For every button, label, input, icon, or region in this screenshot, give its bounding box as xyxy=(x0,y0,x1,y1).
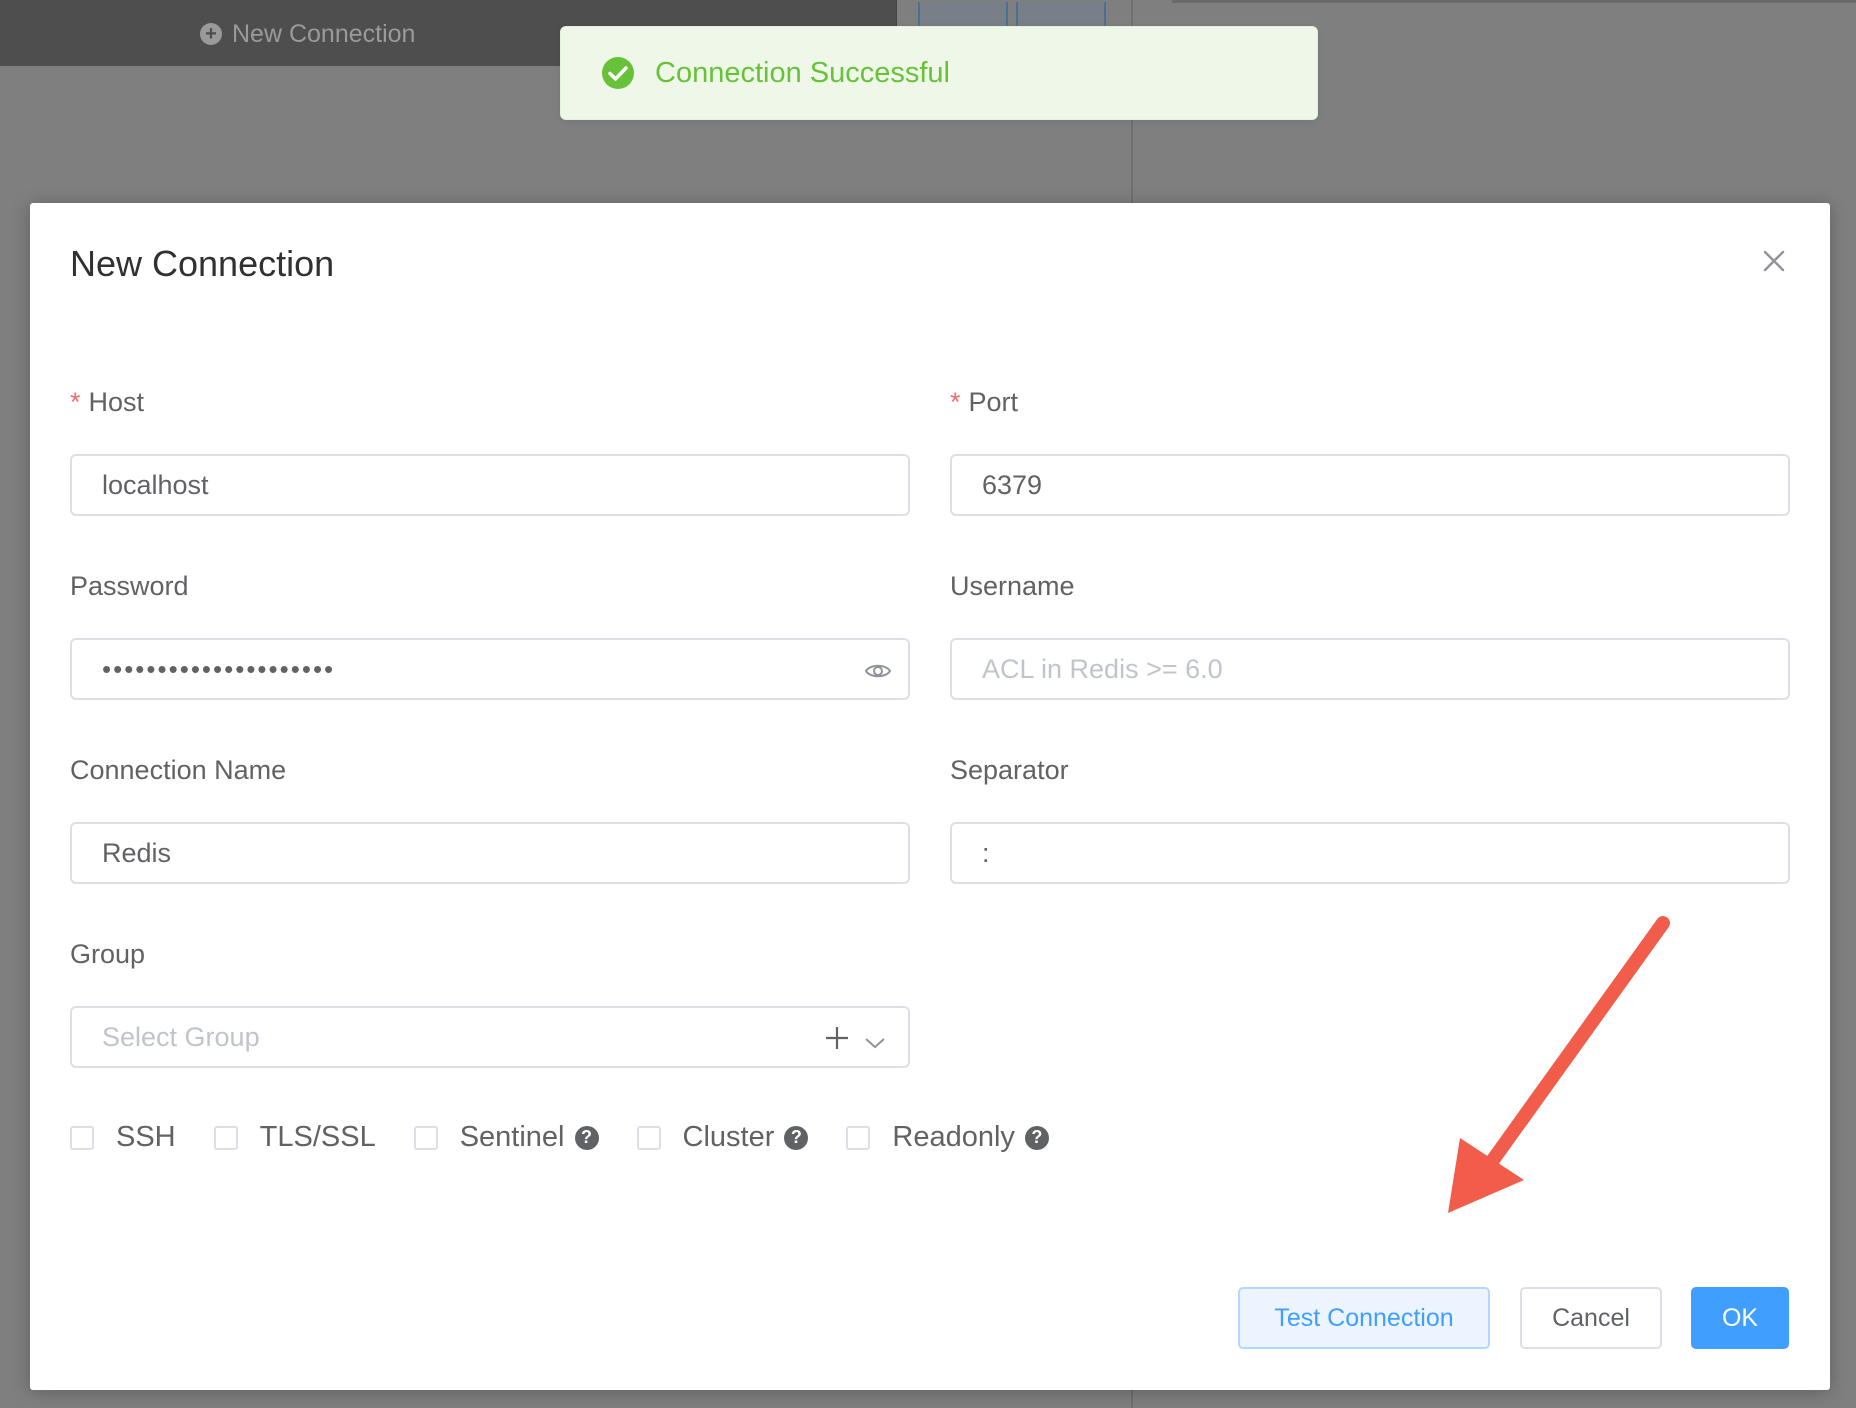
option-sentinel[interactable]: Sentinel ? xyxy=(413,1121,599,1154)
chevron-down-icon[interactable] xyxy=(864,1026,886,1057)
group-label: Group xyxy=(70,939,146,969)
separator-value: : xyxy=(982,837,990,868)
separator-input[interactable]: : xyxy=(950,822,1790,884)
test-connection-button[interactable]: Test Connection xyxy=(1238,1287,1490,1349)
cancel-button[interactable]: Cancel xyxy=(1520,1287,1662,1349)
password-input[interactable]: ••••••••••••••••••••• xyxy=(70,638,910,700)
question-circle-icon[interactable]: ? xyxy=(784,1125,809,1150)
plus-circle-icon: + xyxy=(200,23,222,45)
success-toast: Connection Successful xyxy=(560,26,1318,120)
option-label: Sentinel xyxy=(459,1121,565,1153)
username-label: Username xyxy=(950,571,1075,601)
toast-message: Connection Successful xyxy=(655,56,950,89)
option-label: Cluster xyxy=(682,1121,775,1153)
top-border xyxy=(1172,0,1856,3)
ok-button[interactable]: OK xyxy=(1691,1287,1789,1349)
new-connection-button[interactable]: + New Connection xyxy=(200,18,415,50)
connection-name-label: Connection Name xyxy=(70,755,287,785)
readonly-checkbox[interactable] xyxy=(846,1125,871,1150)
ssh-checkbox[interactable] xyxy=(70,1125,94,1150)
option-label: TLS/SSL xyxy=(259,1121,376,1153)
question-circle-icon[interactable]: ? xyxy=(574,1125,599,1150)
port-value: 6379 xyxy=(982,469,1043,500)
option-readonly[interactable]: Readonly ? xyxy=(846,1121,1049,1154)
connection-name-input[interactable]: Redis xyxy=(70,822,910,884)
password-label: Password xyxy=(70,571,189,601)
username-placeholder: ACL in Redis >= 6.0 xyxy=(982,653,1223,684)
connection-name-value: Redis xyxy=(102,837,172,868)
eye-icon[interactable] xyxy=(864,658,892,680)
group-placeholder: Select Group xyxy=(102,1021,260,1052)
port-input[interactable]: 6379 xyxy=(950,454,1790,516)
check-circle-icon xyxy=(601,56,635,90)
option-cluster[interactable]: Cluster ? xyxy=(636,1121,809,1154)
required-mark: * xyxy=(950,387,961,417)
tls-ssl-checkbox[interactable] xyxy=(213,1125,238,1150)
annotation-arrow-icon xyxy=(1448,916,1670,1213)
required-mark: * xyxy=(70,387,81,417)
cluster-checkbox[interactable] xyxy=(636,1125,661,1150)
separator-label: Separator xyxy=(950,755,1069,785)
username-input[interactable]: ACL in Redis >= 6.0 xyxy=(950,638,1790,700)
group-select[interactable]: Select Group xyxy=(70,1006,910,1068)
host-label: * Host xyxy=(70,387,145,417)
password-value: ••••••••••••••••••••• xyxy=(102,653,336,684)
new-connection-label: New Connection xyxy=(232,19,416,48)
option-label: SSH xyxy=(116,1121,176,1153)
host-input[interactable]: localhost xyxy=(70,454,910,516)
sentinel-checkbox[interactable] xyxy=(413,1125,438,1150)
close-icon[interactable] xyxy=(1760,247,1788,275)
port-label: * Port xyxy=(950,387,1019,417)
option-label: Readonly xyxy=(892,1121,1015,1153)
plus-icon[interactable] xyxy=(824,1025,850,1058)
options-row: SSH TLS/SSL Sentinel ? Cluster ? Readonl… xyxy=(70,1121,1087,1154)
option-ssh[interactable]: SSH xyxy=(70,1121,176,1154)
question-circle-icon[interactable]: ? xyxy=(1024,1125,1049,1150)
option-tls-ssl[interactable]: TLS/SSL xyxy=(213,1121,376,1154)
host-value: localhost xyxy=(102,469,209,500)
dialog-title: New Connection xyxy=(70,243,335,284)
